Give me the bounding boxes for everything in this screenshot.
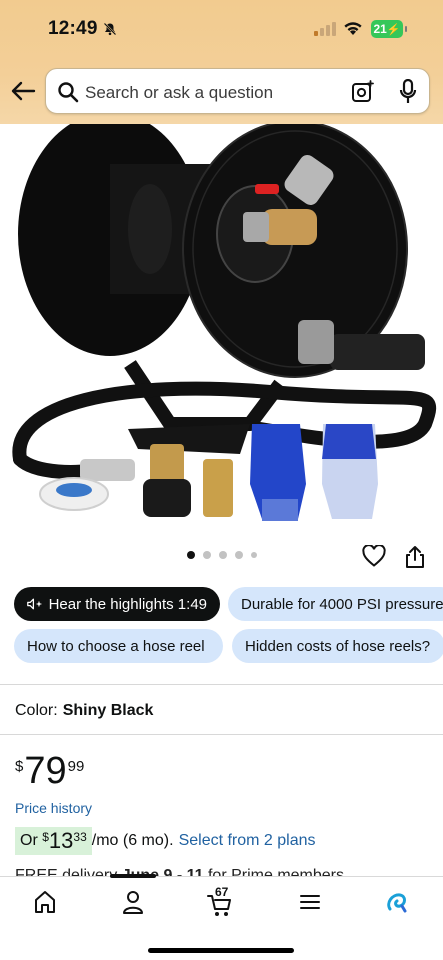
monthly-fraction: 33 xyxy=(73,830,87,844)
divider xyxy=(0,684,443,685)
monthly-whole: 13 xyxy=(48,828,74,853)
delivery-info: FREE delivery June 9 - 11 for Prime memb… xyxy=(15,866,344,876)
hidden-costs-label: Hidden costs of hose reels? xyxy=(245,637,431,655)
rufus-assistant-icon[interactable] xyxy=(384,889,410,915)
monthly-prefix: Or xyxy=(20,832,38,849)
hear-highlights-chip[interactable]: Hear the highlights 1:49 xyxy=(14,587,220,621)
heart-icon[interactable] xyxy=(362,545,386,567)
monthly-term: /mo (6 mo). xyxy=(91,832,174,849)
price-whole: 79 xyxy=(24,750,67,792)
cart-icon[interactable] xyxy=(207,893,233,919)
battery-level: 21 xyxy=(373,22,387,36)
monthly-price-highlight: Or $13 33 xyxy=(15,827,92,855)
muted-bell-icon xyxy=(103,22,117,36)
charging-bolt-icon: ⚡ xyxy=(386,23,401,36)
color-value: Shiny Black xyxy=(62,702,154,719)
header: 12:49 21 ⚡ Search or ask a question xyxy=(0,0,443,124)
color-selector[interactable]: Color: Shiny Black xyxy=(15,702,153,720)
search-input[interactable]: Search or ask a question xyxy=(85,83,273,103)
delivery-prefix: FREE delivery xyxy=(15,867,118,876)
carousel-dot[interactable] xyxy=(202,551,211,559)
home-icon[interactable] xyxy=(32,889,58,915)
account-icon[interactable] xyxy=(120,889,146,915)
carousel-dot[interactable] xyxy=(186,551,195,559)
delivery-suffix: for Prime members xyxy=(207,867,345,876)
price-fraction: 99 xyxy=(67,758,85,775)
hose-reel-illustration xyxy=(12,124,437,521)
battery-indicator: 21 ⚡ xyxy=(371,20,407,38)
speaker-sparkle-icon xyxy=(27,598,43,610)
durable-chip[interactable]: Durable for 4000 PSI pressure xyxy=(228,587,443,621)
brass-connector xyxy=(150,444,184,484)
hear-highlights-label: Hear the highlights 1:49 xyxy=(48,595,207,613)
share-icon[interactable] xyxy=(404,545,426,569)
monthly-payment: Or $13 33 /mo (6 mo). Select from 2 plans xyxy=(15,827,316,855)
divider xyxy=(0,734,443,735)
carousel-dot[interactable] xyxy=(234,551,243,559)
monthly-currency: $ xyxy=(42,830,49,844)
cellular-signal-icon xyxy=(314,22,336,36)
hidden-costs-chip[interactable]: Hidden costs of hose reels? xyxy=(232,629,443,663)
price-history-link[interactable]: Price history xyxy=(15,800,92,816)
how-to-choose-chip[interactable]: How to choose a hose reel xyxy=(14,629,223,663)
camera-lens-icon[interactable] xyxy=(351,80,375,104)
reel-handle xyxy=(330,334,425,370)
select-plans-link[interactable]: Select from 2 plans xyxy=(179,832,316,850)
search-bar[interactable]: Search or ask a question xyxy=(45,68,430,114)
menu-icon[interactable] xyxy=(297,889,323,915)
color-label: Color: xyxy=(15,702,58,719)
search-icon xyxy=(58,82,79,103)
brass-swivel xyxy=(262,209,317,245)
status-time: 12:49 xyxy=(48,18,98,39)
home-indicator xyxy=(148,948,294,953)
product-image[interactable] xyxy=(0,124,443,544)
active-tab-indicator xyxy=(110,874,156,878)
how-to-choose-label: How to choose a hose reel xyxy=(27,637,205,655)
carousel-dot[interactable] xyxy=(218,551,227,559)
durable-chip-label: Durable for 4000 PSI pressure xyxy=(241,595,443,613)
wifi-icon xyxy=(344,22,362,35)
microphone-icon[interactable] xyxy=(399,79,417,105)
back-arrow-icon[interactable] xyxy=(10,80,36,102)
carousel-dot[interactable] xyxy=(250,552,257,558)
price-currency: $ xyxy=(15,758,24,775)
price: $ 79 99 xyxy=(15,752,84,790)
brass-adapter xyxy=(203,459,233,517)
